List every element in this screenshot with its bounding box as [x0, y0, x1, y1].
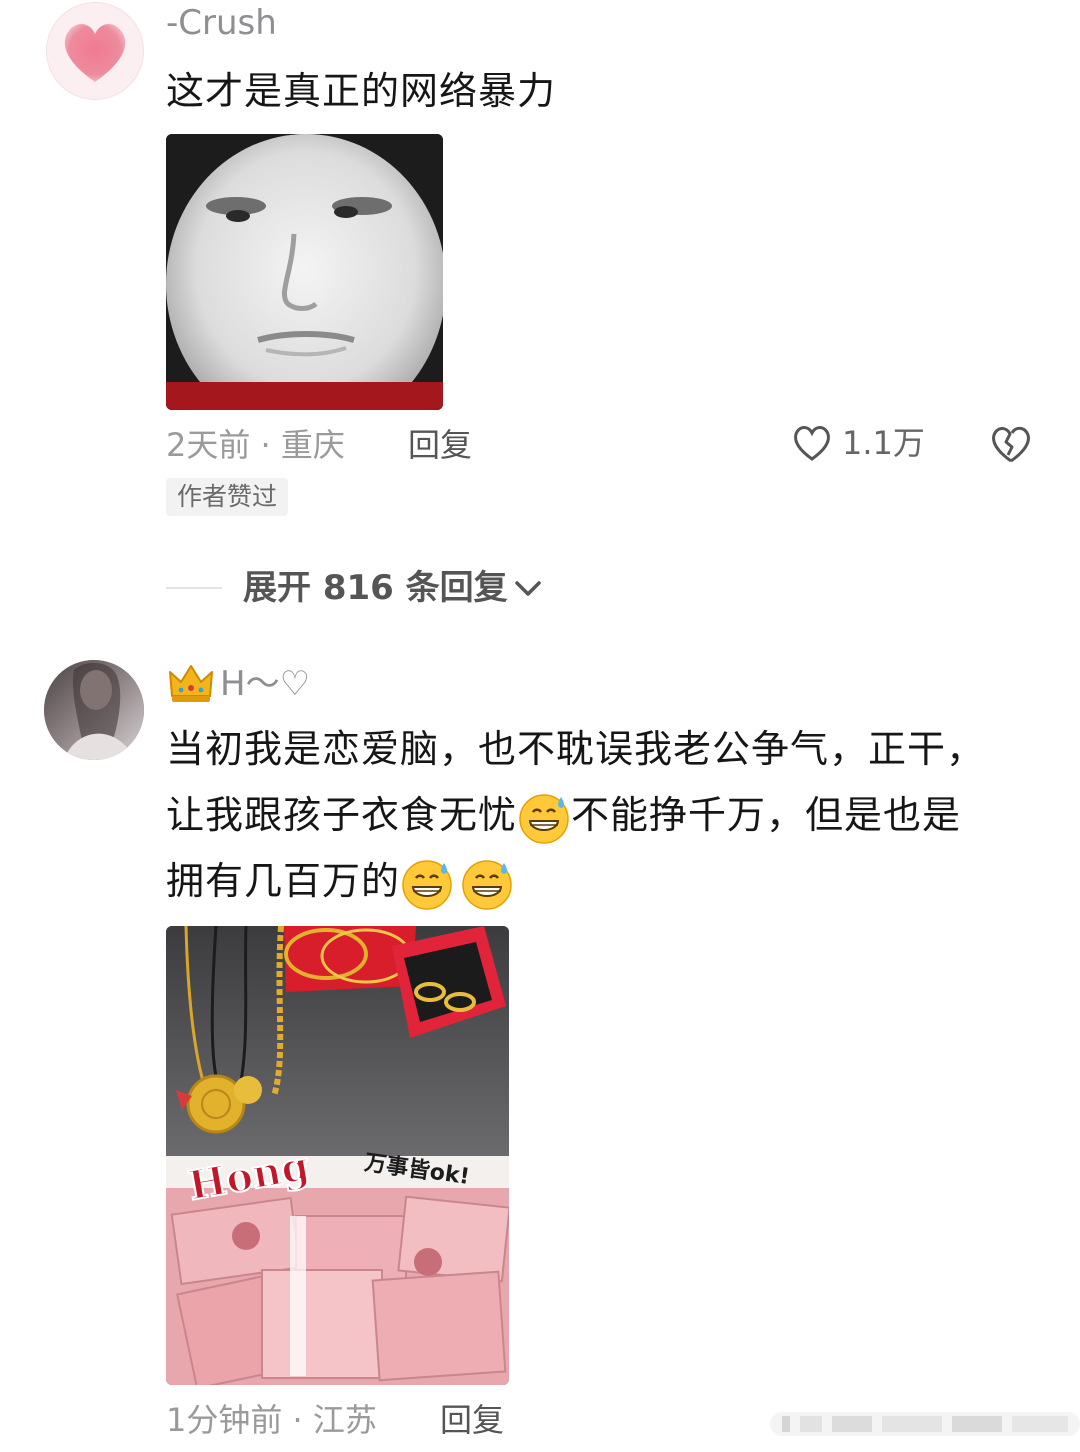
like-button[interactable]: 1.1万: [790, 421, 925, 465]
person-avatar-image: [44, 660, 144, 760]
comment-image[interactable]: Hong 万事皆ok!: [166, 926, 509, 1385]
comment-line: 当初我是恋爱脑，也不耽误我老公争气，正干，: [166, 727, 986, 771]
dislike-button[interactable]: [988, 421, 1034, 471]
avatar[interactable]: [46, 2, 144, 100]
chevron-down-icon: [514, 581, 541, 596]
comment-segment: 拥有几百万的: [166, 859, 401, 903]
reply-button[interactable]: 回复: [408, 423, 472, 467]
comment-segment: 不能挣千万，但是也是: [571, 793, 962, 837]
heart-outline-icon: [794, 426, 830, 461]
grinning-sweat-emoji-icon: [462, 859, 512, 910]
heart-avatar-icon: [64, 23, 126, 82]
watermark-decoration: [770, 1402, 1080, 1446]
reply-button[interactable]: 回复: [440, 1398, 504, 1442]
username-row[interactable]: H～♡: [168, 662, 310, 706]
username[interactable]: -Crush: [166, 1, 277, 45]
blurred-watermark-icon: [770, 1412, 1080, 1436]
crown-icon: [169, 665, 213, 702]
grinning-sweat-emoji-icon: [402, 859, 452, 910]
comment-line: 拥有几百万的: [166, 848, 1046, 914]
comment-line: 让我跟孩子衣食无忧 不能挣千万，但是也是: [166, 782, 1046, 848]
username: H～♡: [220, 664, 311, 704]
avatar[interactable]: [44, 660, 144, 760]
grinning-sweat-emoji-icon: [519, 793, 569, 844]
gold-and-cash-photo: Hong 万事皆ok!: [166, 926, 509, 1385]
expand-replies-label: 展开 816 条回复: [243, 568, 508, 608]
broken-heart-icon: [992, 426, 1030, 463]
meme-face-image: [166, 134, 443, 410]
divider: [166, 587, 222, 589]
comment-meta: 1分钟前 · 江苏: [166, 1401, 377, 1439]
comment-text: 这才是真正的网络暴力: [166, 69, 557, 113]
comment-segment: 让我跟孩子衣食无忧: [166, 793, 518, 837]
author-liked-badge: 作者赞过: [166, 478, 289, 516]
comment-meta: 2天前 · 重庆: [166, 426, 345, 464]
like-count: 1.1万: [842, 424, 925, 462]
expand-replies-button[interactable]: 展开 816 条回复: [243, 566, 544, 610]
comment-text: 当初我是恋爱脑，也不耽误我老公争气，正干， 让我跟孩子衣食无忧 不能挣千万，但是也…: [166, 716, 1046, 914]
comment-image[interactable]: [166, 134, 443, 410]
